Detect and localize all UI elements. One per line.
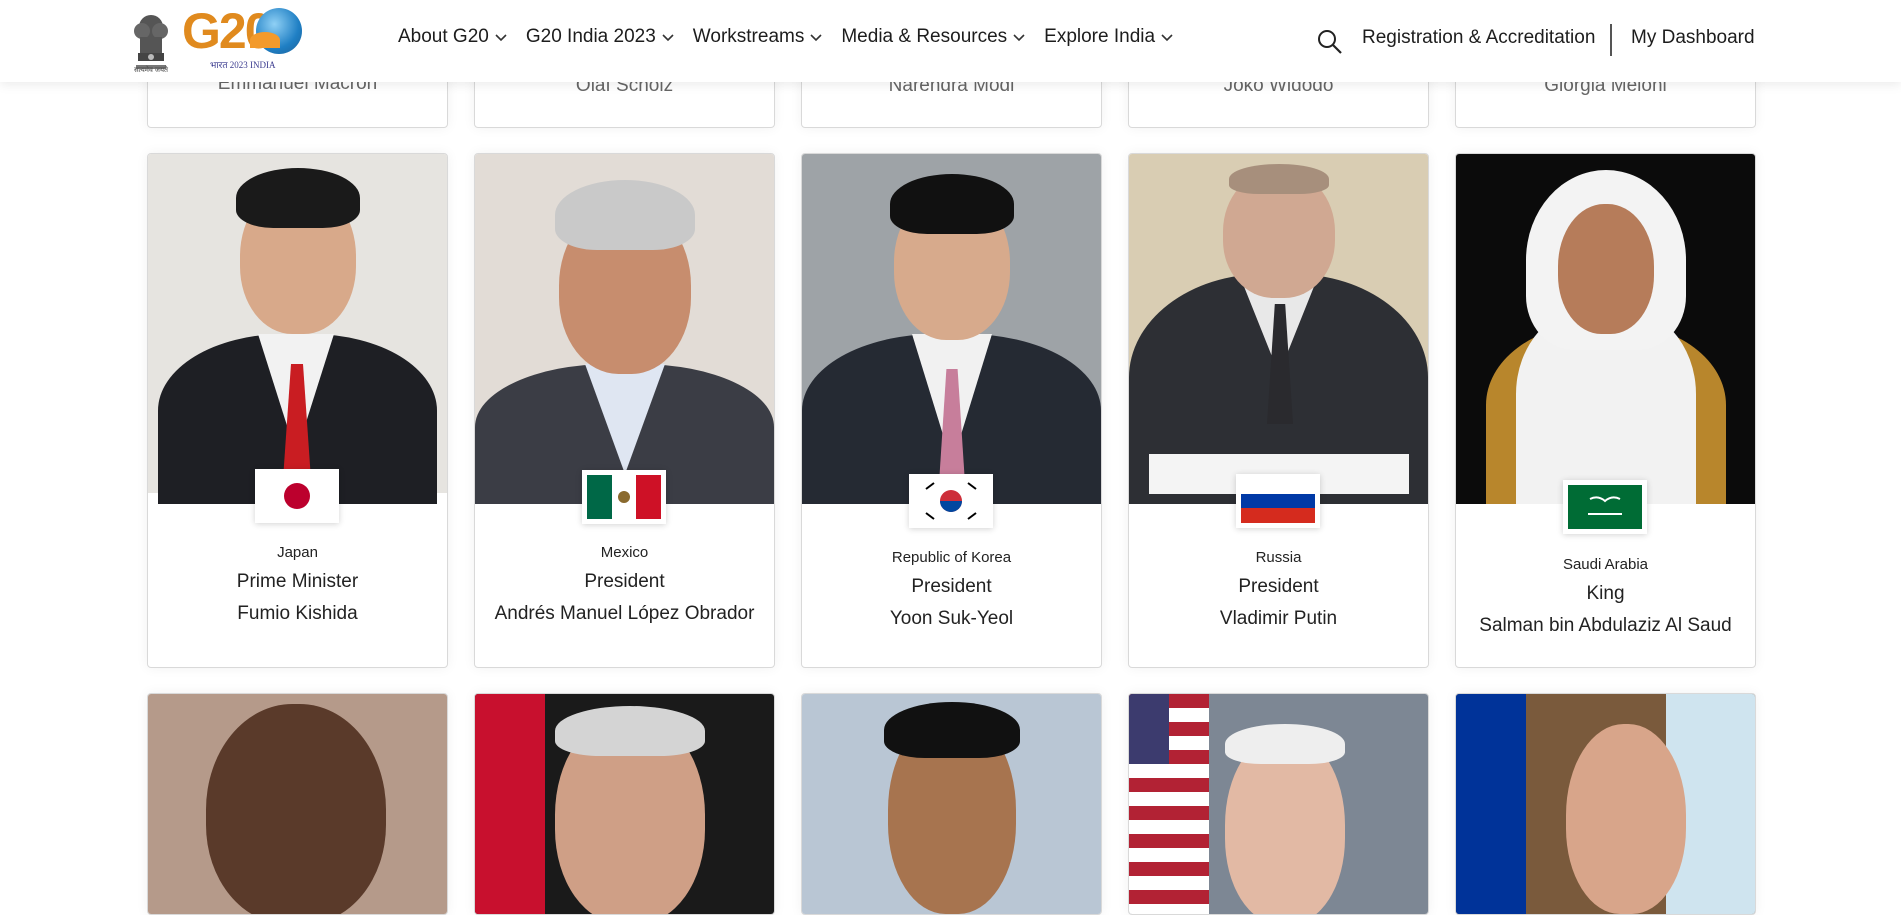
russia-flag-icon [1241, 479, 1315, 523]
leader-role: Prime Minister [236, 571, 359, 592]
nav-label: Media & Resources [841, 26, 1008, 47]
nav-about-g20[interactable]: About G20 [398, 26, 508, 48]
leader-photo [148, 694, 447, 914]
leader-name: Andrés Manuel López Obrador [494, 603, 755, 624]
leader-name: Vladimir Putin [1219, 608, 1338, 629]
site-header: सत्यमेव जयते G20 भारत 2023 INDIA About G… [0, 0, 1901, 82]
main-nav: About G20 G20 India 2023 Workstreams Med… [398, 26, 1192, 48]
header-divider [1610, 24, 1612, 56]
nav-label: About G20 [398, 26, 489, 47]
leader-role: President [584, 571, 665, 592]
leader-photo [475, 154, 774, 504]
leader-card[interactable] [1455, 693, 1756, 915]
nav-explore-india[interactable]: Explore India [1044, 26, 1174, 48]
g20-logo[interactable]: G20 भारत 2023 INDIA [180, 2, 310, 76]
leader-country: Saudi Arabia [1562, 556, 1649, 573]
registration-accreditation-link[interactable]: Registration & Accreditation [1362, 27, 1595, 49]
leader-card[interactable] [1128, 693, 1429, 915]
leader-card[interactable] [147, 693, 448, 915]
nav-media-resources[interactable]: Media & Resources [841, 26, 1026, 48]
leader-name: Fumio Kishida [237, 603, 358, 624]
leader-country: Republic of Korea [891, 549, 1012, 566]
leader-photo [475, 694, 774, 914]
leader-name: Salman bin Abdulaziz Al Saud [1479, 615, 1732, 636]
leader-country: Mexico [600, 544, 649, 561]
nav-workstreams[interactable]: Workstreams [693, 26, 824, 48]
leader-role: President [911, 576, 992, 597]
chevron-down-icon [1013, 34, 1025, 42]
leader-photo [1456, 154, 1755, 504]
leader-role: President [1238, 576, 1319, 597]
leader-photo [1456, 694, 1755, 914]
leader-card[interactable]: Republic of Korea President Yoon Suk-Yeo… [801, 153, 1102, 668]
emblem-caption: सत्यमेव जयते [133, 67, 169, 74]
nav-label: Explore India [1044, 26, 1156, 47]
flag-japan [255, 469, 339, 523]
korea-flag-icon [914, 479, 988, 523]
japan-flag-icon [260, 474, 334, 518]
leader-card[interactable]: Mexico President Andrés Manuel López Obr… [474, 153, 775, 668]
mexico-flag-icon [587, 475, 661, 519]
flag-mexico [582, 470, 666, 524]
my-dashboard-link[interactable]: My Dashboard [1631, 27, 1755, 49]
leader-country: Russia [1255, 549, 1302, 566]
chevron-down-icon [662, 34, 674, 42]
flag-saudi-arabia [1563, 480, 1647, 534]
chevron-down-icon [810, 34, 822, 42]
leader-photo [1129, 694, 1428, 914]
leader-photo [1129, 154, 1428, 504]
leader-photo [802, 694, 1101, 914]
lotus-icon [250, 32, 280, 48]
nav-label: G20 India 2023 [525, 26, 656, 47]
leader-card[interactable] [801, 693, 1102, 915]
leader-card[interactable]: Russia President Vladimir Putin [1128, 153, 1429, 668]
leader-country: Japan [277, 544, 318, 561]
leader-photo [148, 154, 447, 504]
flag-russia [1236, 474, 1320, 528]
leader-photo [802, 154, 1101, 504]
chevron-down-icon [1161, 34, 1173, 42]
saudi-arabia-flag-icon [1568, 485, 1642, 529]
leader-card[interactable] [474, 693, 775, 915]
search-icon[interactable] [1316, 28, 1344, 56]
nav-g20-india-2023[interactable]: G20 India 2023 [526, 26, 675, 48]
flag-korea [909, 474, 993, 528]
leader-card[interactable]: Japan Prime Minister Fumio Kishida [147, 153, 448, 668]
leader-card[interactable]: Saudi Arabia King Salman bin Abdulaziz A… [1455, 153, 1756, 668]
leader-role: King [1586, 583, 1625, 604]
chevron-down-icon [495, 34, 507, 42]
nav-label: Workstreams [692, 26, 805, 47]
leader-name: Yoon Suk-Yeol [889, 608, 1014, 629]
logo-tagline: भारत 2023 INDIA [210, 60, 276, 70]
